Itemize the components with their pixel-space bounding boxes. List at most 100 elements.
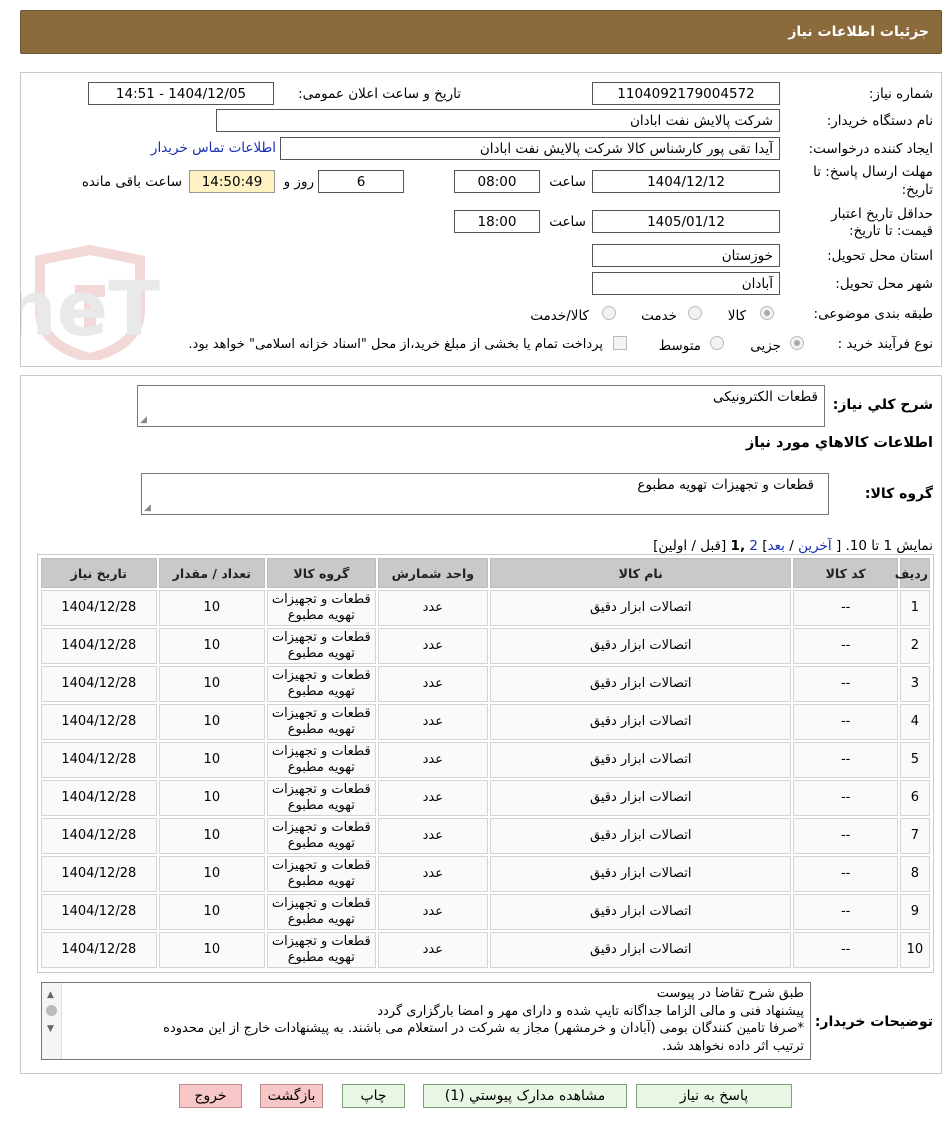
- cell-date: 1404/12/28: [41, 590, 157, 626]
- cell-qty: 10: [158, 818, 266, 854]
- cell-code: --: [793, 590, 898, 626]
- announce-field: 1404/12/05 - 14:51: [88, 82, 274, 105]
- days-field: 6: [318, 170, 404, 193]
- validity-date-field: 1405/01/12: [592, 210, 780, 233]
- cell-name: اتصالات ابزار دقیق: [490, 704, 792, 740]
- cell-group: قطعات و تجهیزات تهویه مطبوع: [267, 666, 376, 702]
- cell-group: قطعات و تجهیزات تهویه مطبوع: [267, 932, 376, 968]
- reply-button[interactable]: پاسخ به نیاز: [636, 1084, 792, 1108]
- cell-qty: 10: [158, 666, 266, 702]
- process-option-medium: متوسط: [658, 338, 701, 354]
- need-number-field: 1104092179004572: [592, 82, 780, 105]
- category-radio-goods-service[interactable]: [602, 306, 616, 320]
- table-header-row: ردیف کد کالا نام کالا واحد شمارش گروه کا…: [41, 558, 930, 588]
- cell-group: قطعات و تجهیزات تهویه مطبوع: [267, 742, 376, 778]
- cell-name: اتصالات ابزار دقیق: [490, 742, 792, 778]
- treasury-payment-checkbox[interactable]: [613, 336, 627, 350]
- creator-field: آیدا تقی پور کارشناس کالا شرکت پالایش نف…: [280, 137, 780, 160]
- notes-line-2: پیشنهاد فنی و مالی الزاما جداگانه تایپ ش…: [377, 1003, 804, 1019]
- summary-text: قطعات الکترونیکی: [712, 389, 818, 405]
- table-row: 10 -- اتصالات ابزار دقیق عدد قطعات و تجهیزات…: [41, 932, 930, 968]
- cell-group: قطعات و تجهیزات تهویه مطبوع: [267, 780, 376, 816]
- cell-group: قطعات و تجهیزات تهویه مطبوع: [267, 590, 376, 626]
- cell-unit: عدد: [377, 590, 489, 626]
- pagination-current-page: 1: [730, 538, 740, 554]
- table-row: 9 -- اتصالات ابزار دقیق عدد قطعات و تجهیزات …: [41, 894, 930, 930]
- table-row: 5 -- اتصالات ابزار دقیق عدد قطعات و تجهیزات …: [41, 742, 930, 778]
- goods-group-label: گروه کالا:: [864, 486, 933, 502]
- table-row: 1 -- اتصالات ابزار دقیق عدد قطعات و تجهیزات …: [41, 590, 930, 626]
- cell-name: اتصالات ابزار دقیق: [490, 932, 792, 968]
- scroll-down-icon[interactable]: ▼: [47, 1021, 54, 1039]
- pagination-next-link[interactable]: بعد: [768, 538, 785, 554]
- payment-note: پرداخت تمام یا بخشی از مبلغ خرید،از محل …: [188, 337, 603, 352]
- resize-handle-icon[interactable]: ◢: [140, 415, 147, 425]
- city-label: شهر محل تحویل:: [835, 276, 933, 292]
- pagination-page-2-link[interactable]: 2: [749, 538, 758, 554]
- cell-row-num: 10: [899, 932, 930, 968]
- cell-code: --: [793, 932, 898, 968]
- cell-qty: 10: [158, 590, 266, 626]
- print-button[interactable]: چاپ: [342, 1084, 405, 1108]
- cell-date: 1404/12/28: [41, 894, 157, 930]
- pagination-suffix: [قبل / اولین]: [653, 538, 727, 554]
- category-radio-service[interactable]: [688, 306, 702, 320]
- cell-unit: عدد: [377, 628, 489, 664]
- province-field: خوزستان: [592, 244, 780, 267]
- header-group: گروه کالا: [267, 558, 376, 588]
- scroll-up-icon[interactable]: ▲: [47, 987, 54, 1005]
- notes-label: توضیحات خریدار:: [814, 1014, 933, 1030]
- resize-handle-icon[interactable]: ◢: [144, 503, 151, 513]
- scroll-thumb[interactable]: [46, 1005, 57, 1016]
- cell-name: اتصالات ابزار دقیق: [490, 666, 792, 702]
- exit-button[interactable]: خروج: [179, 1084, 242, 1108]
- cell-code: --: [793, 628, 898, 664]
- reply-date-field: 1404/12/12: [592, 170, 780, 193]
- cell-date: 1404/12/28: [41, 704, 157, 740]
- contact-buyer-link[interactable]: اطلاعات تماس خریدار: [151, 140, 276, 156]
- category-label: طبقه بندی موضوعی:: [813, 306, 933, 322]
- cell-unit: عدد: [377, 704, 489, 740]
- category-radio-goods[interactable]: [760, 306, 774, 320]
- cell-code: --: [793, 742, 898, 778]
- cell-group: قطعات و تجهیزات تهویه مطبوع: [267, 856, 376, 892]
- cell-row-num: 1: [899, 590, 930, 626]
- cell-name: اتصالات ابزار دقیق: [490, 628, 792, 664]
- cell-unit: عدد: [377, 932, 489, 968]
- pagination-last-link[interactable]: آخرین: [798, 538, 832, 554]
- cell-qty: 10: [158, 932, 266, 968]
- cell-date: 1404/12/28: [41, 818, 157, 854]
- cell-date: 1404/12/28: [41, 628, 157, 664]
- cell-group: قطعات و تجهیزات تهویه مطبوع: [267, 704, 376, 740]
- cell-date: 1404/12/28: [41, 780, 157, 816]
- cell-qty: 10: [158, 742, 266, 778]
- days-label: روز و: [283, 174, 314, 190]
- view-attachments-button[interactable]: مشاهده مدارک پیوستي (1): [423, 1084, 627, 1108]
- reply-deadline-label-2: تاریخ:: [901, 182, 933, 198]
- reply-time-label: ساعت: [549, 174, 586, 190]
- cell-code: --: [793, 780, 898, 816]
- header-name: نام کالا: [490, 558, 792, 588]
- cell-row-num: 8: [899, 856, 930, 892]
- notes-scrollbar[interactable]: ▲ ▼: [42, 983, 62, 1059]
- buyer-notes-box: ▲ ▼ طبق شرح تقاضا در پیوست پیشنهاد فنی و…: [41, 982, 811, 1060]
- buyer-org-label: نام دستگاه خریدار:: [826, 113, 933, 129]
- validity-label: حداقل تاریخ اعتبار: [831, 206, 933, 222]
- cell-code: --: [793, 856, 898, 892]
- notes-line-3: *صرفا تامین کنندگان بومی (آبادان و خرمشه…: [163, 1021, 804, 1036]
- cell-group: قطعات و تجهیزات تهویه مطبوع: [267, 628, 376, 664]
- cell-code: --: [793, 818, 898, 854]
- need-number-label: شماره نیاز:: [868, 86, 933, 102]
- cell-unit: عدد: [377, 894, 489, 930]
- remaining-label: ساعت باقی مانده: [81, 174, 182, 190]
- process-radio-medium[interactable]: [710, 336, 724, 350]
- validity-time-field: 18:00: [454, 210, 540, 233]
- summary-textarea: قطعات الکترونیکی ◢: [137, 385, 825, 427]
- notes-line-4: ترتیب اثر داده نخواهد شد.: [662, 1038, 804, 1054]
- process-radio-minor[interactable]: [790, 336, 804, 350]
- back-button[interactable]: بازگشت: [260, 1084, 323, 1108]
- cell-unit: عدد: [377, 742, 489, 778]
- cell-row-num: 7: [899, 818, 930, 854]
- cell-date: 1404/12/28: [41, 666, 157, 702]
- cell-row-num: 2: [899, 628, 930, 664]
